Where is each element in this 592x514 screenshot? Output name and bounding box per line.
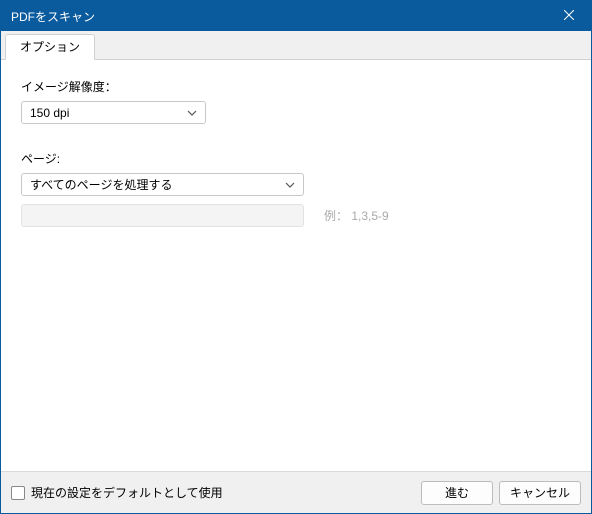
close-icon (564, 9, 574, 23)
tab-options-label: オプション (20, 40, 80, 54)
proceed-label: 進む (445, 484, 469, 501)
resolution-label: イメージ解像度： (21, 78, 571, 95)
checkbox-box (11, 486, 25, 500)
cancel-button[interactable]: キャンセル (499, 481, 581, 505)
pages-label: ページ: (21, 150, 571, 167)
titlebar: PDFをスキャン (1, 1, 591, 31)
chevron-down-icon (187, 110, 197, 116)
chevron-down-icon (285, 182, 295, 188)
tab-bar: オプション (1, 31, 591, 60)
close-button[interactable] (546, 1, 591, 31)
page-range-row: 例： 1,3,5-9 (21, 204, 571, 227)
save-default-label: 現在の設定をデフォルトとして使用 (31, 484, 223, 501)
save-default-checkbox[interactable]: 現在の設定をデフォルトとして使用 (11, 484, 223, 501)
resolution-value: 150 dpi (30, 106, 181, 120)
cancel-label: キャンセル (510, 484, 570, 501)
page-range-input (21, 204, 304, 227)
window-title: PDFをスキャン (11, 8, 546, 25)
page-range-example: 例： 1,3,5-9 (324, 207, 389, 224)
footer: 現在の設定をデフォルトとして使用 進む キャンセル (1, 471, 591, 513)
resolution-select[interactable]: 150 dpi (21, 101, 206, 124)
tab-options[interactable]: オプション (5, 34, 95, 60)
proceed-button[interactable]: 進む (421, 481, 493, 505)
content-area: イメージ解像度： 150 dpi ページ: すべてのページを処理する 例： 1,… (1, 60, 591, 471)
pages-select[interactable]: すべてのページを処理する (21, 173, 304, 196)
dialog-window: PDFをスキャン オプション イメージ解像度： 150 dpi ページ: すべて… (0, 0, 592, 514)
pages-value: すべてのページを処理する (30, 176, 279, 193)
